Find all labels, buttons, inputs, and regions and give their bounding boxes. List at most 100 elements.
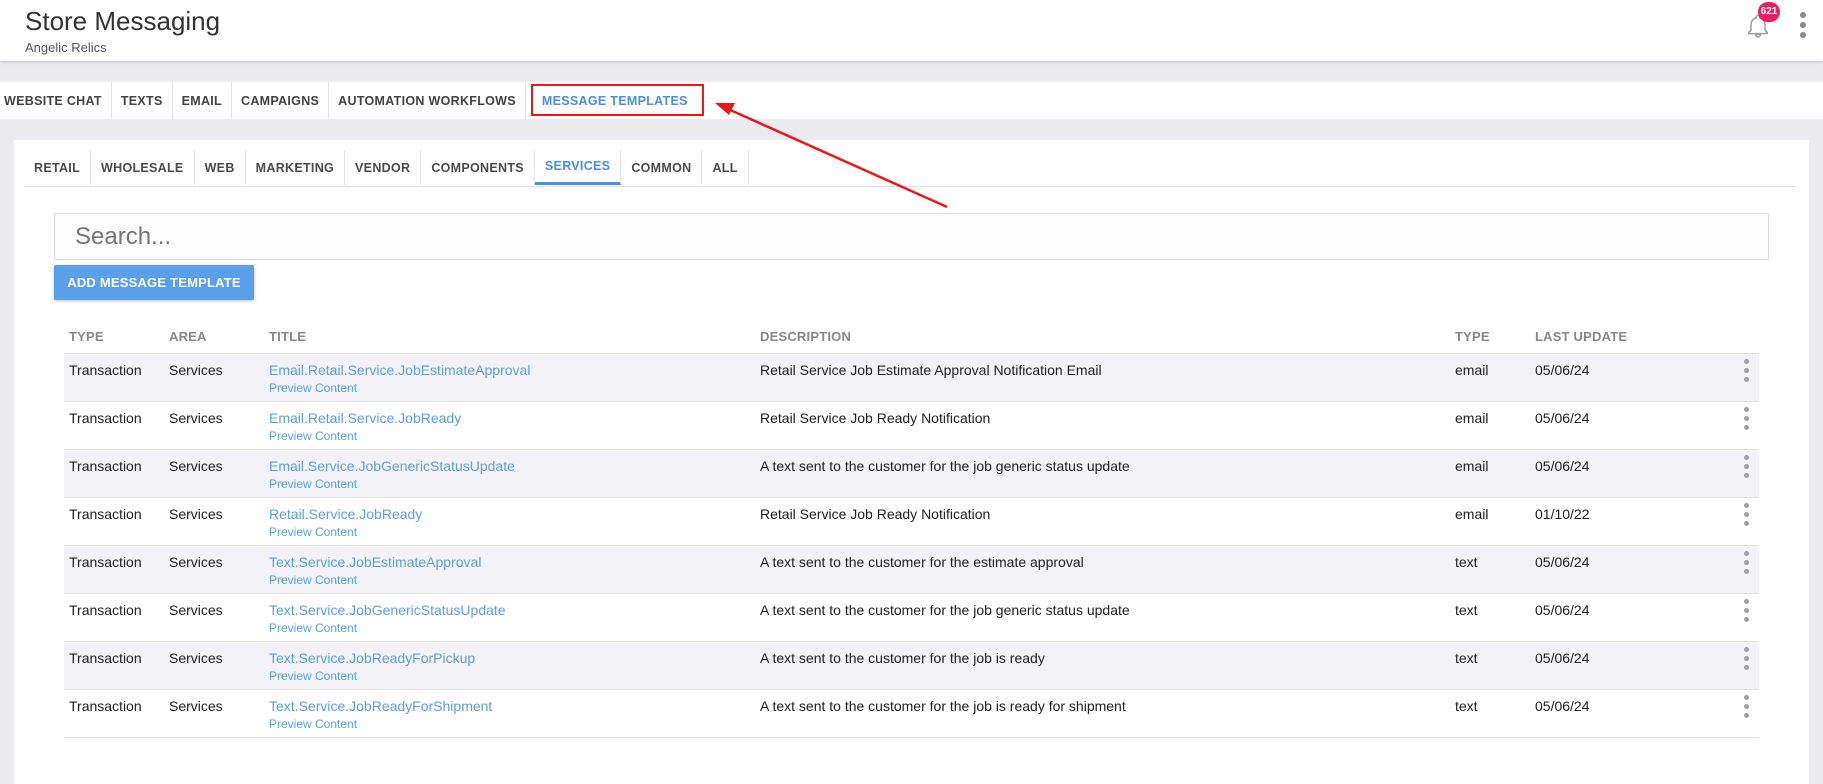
template-title-link[interactable]: Email.Service.JobGenericStatusUpdate [269, 458, 515, 474]
template-title-link[interactable]: Retail.Service.JobReady [269, 506, 422, 522]
row-menu-icon[interactable] [1744, 695, 1749, 718]
col-last-update[interactable]: LAST UPDATE [1535, 329, 1627, 344]
template-title-link[interactable]: Text.Service.JobReadyForShipment [269, 698, 492, 714]
row-menu-icon[interactable] [1744, 455, 1749, 478]
subtab-marketing[interactable]: MARKETING [246, 150, 346, 185]
store-name: Angelic Relics [25, 40, 107, 55]
sub-tabs: RETAIL WHOLESALE WEB MARKETING VENDOR CO… [24, 150, 1797, 187]
search-input[interactable] [54, 213, 1769, 260]
col-channel-type[interactable]: TYPE [1455, 329, 1490, 344]
preview-content-link[interactable]: Preview Content [269, 477, 357, 491]
table-row: Transaction Services Email.Service.JobGe… [64, 450, 1759, 498]
row-description: A text sent to the customer for the job … [760, 458, 1130, 474]
row-menu-icon[interactable] [1744, 359, 1749, 382]
preview-content-link[interactable]: Preview Content [269, 717, 357, 731]
notification-badge[interactable]: 621 [1758, 2, 1780, 22]
row-channel: email [1455, 506, 1489, 522]
row-channel: email [1455, 458, 1489, 474]
row-last-update: 05/06/24 [1535, 410, 1590, 426]
row-channel: email [1455, 362, 1489, 378]
subtab-vendor[interactable]: VENDOR [345, 150, 422, 185]
row-menu-icon[interactable] [1744, 503, 1749, 526]
tab-message-templates[interactable]: MESSAGE TEMPLATES [526, 82, 697, 119]
template-title-link[interactable]: Email.Retail.Service.JobReady [269, 410, 461, 426]
row-type: Transaction [69, 602, 142, 618]
table-body: Transaction Services Email.Retail.Servic… [64, 354, 1759, 738]
preview-content-link[interactable]: Preview Content [269, 381, 357, 395]
tab-campaigns[interactable]: CAMPAIGNS [232, 82, 330, 119]
table-row: Transaction Services Text.Service.JobRea… [64, 690, 1759, 738]
row-area: Services [169, 602, 223, 618]
row-last-update: 05/06/24 [1535, 362, 1590, 378]
templates-table: TYPE AREA TITLE DESCRIPTION TYPE LAST UP… [64, 317, 1759, 738]
row-channel: text [1455, 602, 1478, 618]
row-last-update: 01/10/22 [1535, 506, 1590, 522]
row-area: Services [169, 410, 223, 426]
col-type[interactable]: TYPE [69, 329, 104, 344]
template-title-link[interactable]: Text.Service.JobReadyForPickup [269, 650, 475, 666]
row-description: A text sent to the customer for the job … [760, 650, 1045, 666]
col-description[interactable]: DESCRIPTION [760, 329, 851, 344]
row-area: Services [169, 650, 223, 666]
subtab-components[interactable]: COMPONENTS [421, 150, 535, 185]
table-row: Transaction Services Email.Retail.Servic… [64, 402, 1759, 450]
template-title-link[interactable]: Text.Service.JobEstimateApproval [269, 554, 481, 570]
row-description: Retail Service Job Estimate Approval Not… [760, 362, 1102, 378]
tab-website-chat[interactable]: WEBSITE CHAT [0, 82, 112, 119]
preview-content-link[interactable]: Preview Content [269, 573, 357, 587]
row-menu-icon[interactable] [1744, 647, 1749, 670]
row-description: A text sent to the customer for the esti… [760, 554, 1084, 570]
row-type: Transaction [69, 698, 142, 714]
row-last-update: 05/06/24 [1535, 602, 1590, 618]
subtab-retail[interactable]: RETAIL [24, 150, 92, 185]
row-type: Transaction [69, 458, 142, 474]
row-last-update: 05/06/24 [1535, 458, 1590, 474]
row-area: Services [169, 698, 223, 714]
table-header: TYPE AREA TITLE DESCRIPTION TYPE LAST UP… [64, 317, 1759, 354]
table-row: Transaction Services Email.Retail.Servic… [64, 354, 1759, 402]
app-header: Store Messaging Angelic Relics 621 [0, 0, 1823, 61]
row-type: Transaction [69, 506, 142, 522]
row-description: A text sent to the customer for the job … [760, 698, 1126, 714]
row-area: Services [169, 362, 223, 378]
subtab-wholesale[interactable]: WHOLESALE [91, 150, 195, 185]
tab-email[interactable]: EMAIL [173, 82, 232, 119]
table-row: Transaction Services Retail.Service.JobR… [64, 498, 1759, 546]
preview-content-link[interactable]: Preview Content [269, 429, 357, 443]
row-last-update: 05/06/24 [1535, 698, 1590, 714]
row-type: Transaction [69, 650, 142, 666]
row-last-update: 05/06/24 [1535, 554, 1590, 570]
row-description: Retail Service Job Ready Notification [760, 506, 991, 522]
row-menu-icon[interactable] [1744, 407, 1749, 430]
row-menu-icon[interactable] [1744, 599, 1749, 622]
subtab-web[interactable]: WEB [195, 150, 246, 185]
row-type: Transaction [69, 410, 142, 426]
table-row: Transaction Services Text.Service.JobEst… [64, 546, 1759, 594]
col-area[interactable]: AREA [169, 329, 207, 344]
col-title[interactable]: TITLE [269, 329, 306, 344]
preview-content-link[interactable]: Preview Content [269, 669, 357, 683]
page-title: Store Messaging [25, 6, 221, 36]
preview-content-link[interactable]: Preview Content [269, 621, 357, 635]
subtab-common[interactable]: COMMON [621, 150, 703, 185]
template-title-link[interactable]: Text.Service.JobGenericStatusUpdate [269, 602, 506, 618]
row-area: Services [169, 506, 223, 522]
row-menu-icon[interactable] [1744, 551, 1749, 574]
tab-texts[interactable]: TEXTS [112, 82, 173, 119]
row-description: A text sent to the customer for the job … [760, 602, 1130, 618]
preview-content-link[interactable]: Preview Content [269, 525, 357, 539]
content-card: RETAIL WHOLESALE WEB MARKETING VENDOR CO… [14, 140, 1809, 784]
kebab-menu-icon[interactable] [1800, 12, 1806, 38]
top-tabs: WEBSITE CHAT TEXTS EMAIL CAMPAIGNS AUTOM… [0, 82, 1823, 119]
table-row: Transaction Services Text.Service.JobGen… [64, 594, 1759, 642]
add-message-template-button[interactable]: ADD MESSAGE TEMPLATE [54, 265, 254, 300]
template-title-link[interactable]: Email.Retail.Service.JobEstimateApproval [269, 362, 530, 378]
row-type: Transaction [69, 362, 142, 378]
row-channel: email [1455, 410, 1489, 426]
row-type: Transaction [69, 554, 142, 570]
row-channel: text [1455, 698, 1478, 714]
subtab-services[interactable]: SERVICES [534, 150, 622, 185]
subtab-all[interactable]: ALL [702, 150, 749, 185]
row-last-update: 05/06/24 [1535, 650, 1590, 666]
tab-automation-workflows[interactable]: AUTOMATION WORKFLOWS [329, 82, 526, 119]
